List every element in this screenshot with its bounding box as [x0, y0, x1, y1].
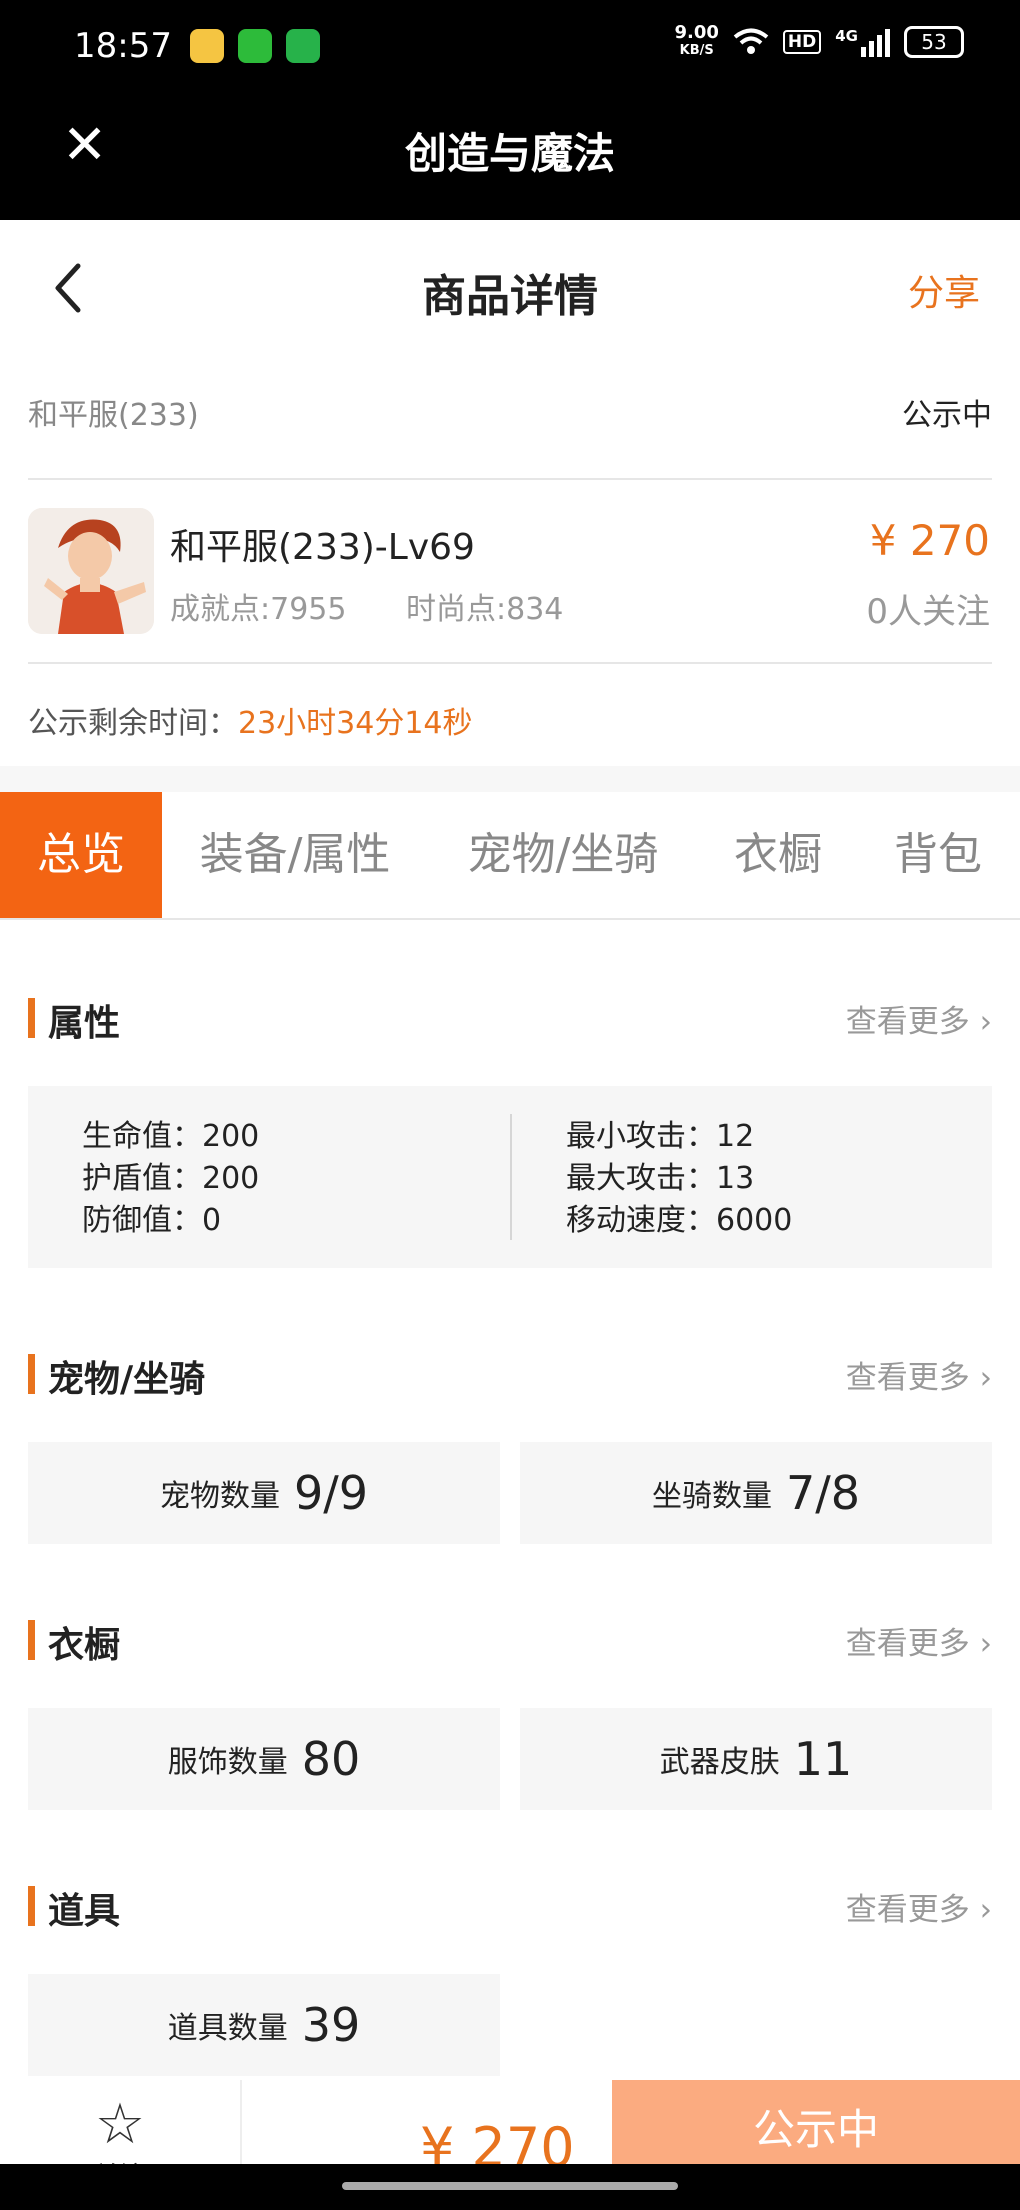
- product-meta: 成就点:7955 时尚点:834: [170, 584, 613, 628]
- stat-value: 11: [793, 1732, 853, 1786]
- countdown-label: 公示剩余时间：: [28, 706, 238, 741]
- tab-overview[interactable]: 总览: [0, 792, 162, 918]
- home-indicator-bar: [0, 2164, 1020, 2210]
- attribute-defense: 防御值：0: [82, 1203, 222, 1238]
- tab-wardrobe[interactable]: 衣橱: [718, 792, 838, 918]
- stat-card-mounts: 坐骑数量 7/8: [520, 1442, 992, 1544]
- stat-label: 宠物数量: [159, 1479, 280, 1514]
- stat-label: 道具数量: [167, 2011, 288, 2046]
- window-title: 创造与魔法: [404, 129, 615, 178]
- hd-icon: HD: [782, 30, 822, 54]
- character-avatar: [28, 508, 154, 634]
- attribute-max-attack: 最大攻击：13: [566, 1161, 755, 1196]
- attribute-move-speed: 移动速度：6000: [566, 1203, 793, 1238]
- stat-value: 80: [301, 1732, 361, 1786]
- section-title: 宠物/坐骑: [48, 1359, 206, 1400]
- attribute-hp: 生命值：200: [82, 1119, 260, 1154]
- product-name: 和平服(233)-Lv69: [170, 527, 475, 568]
- stat-card-pets: 宠物数量 9/9: [28, 1442, 500, 1544]
- battery-icon: 53: [904, 26, 964, 58]
- wifi-icon: [733, 28, 769, 54]
- section-header-pets: 宠物/坐骑 查看更多 ›: [28, 1350, 992, 1400]
- product-price: ¥ 270: [869, 516, 990, 565]
- section-accent-bar: [28, 1886, 35, 1926]
- stat-value: 7/8: [785, 1466, 861, 1520]
- attribute-column-left: 生命值：200 护盾值：200 防御值：0: [82, 1116, 259, 1242]
- column-divider: [510, 1114, 512, 1240]
- chat-app-icon: [286, 29, 320, 63]
- window-titlebar: ✕ 创造与魔法: [0, 90, 1020, 220]
- section-title: 道具: [48, 1891, 121, 1932]
- attribute-min-attack: 最小攻击：12: [566, 1119, 755, 1154]
- clock: 18:57: [74, 26, 172, 66]
- home-indicator[interactable]: [342, 2182, 678, 2190]
- product-header: 和平服(233) 公示中: [28, 390, 992, 434]
- chevron-right-icon: ›: [979, 1360, 992, 1396]
- stat-value: 9/9: [293, 1466, 369, 1520]
- share-button[interactable]: 分享: [908, 264, 980, 316]
- section-header-wardrobe: 衣橱 查看更多 ›: [28, 1616, 992, 1666]
- stat-label: 武器皮肤: [659, 1745, 780, 1780]
- chevron-right-icon: ›: [979, 1004, 992, 1040]
- stat-card-weapon-skins: 武器皮肤 11: [520, 1708, 992, 1810]
- section-accent-bar: [28, 1620, 35, 1660]
- section-title: 衣橱: [48, 1625, 121, 1666]
- stat-value: 39: [301, 1998, 361, 2052]
- section-header-items: 道具 查看更多 ›: [28, 1882, 992, 1932]
- section-header-attributes: 属性 查看更多 ›: [28, 994, 992, 1044]
- view-more-link[interactable]: 查看更多 ›: [846, 1618, 992, 1663]
- chevron-right-icon: ›: [979, 1626, 992, 1662]
- countdown: 公示剩余时间：23小时34分14秒: [28, 698, 473, 742]
- tab-bar: 总览 装备/属性 宠物/坐骑 衣橱 背包: [0, 792, 1020, 920]
- tab-bag[interactable]: 背包: [878, 792, 998, 918]
- section-gap: [0, 766, 1020, 792]
- notes-app-icon: [190, 29, 224, 63]
- section-accent-bar: [28, 1354, 35, 1394]
- view-more-link[interactable]: 查看更多 ›: [846, 1884, 992, 1929]
- divider: [28, 478, 992, 480]
- green-app-icon: [238, 29, 272, 63]
- attribute-shield: 护盾值：200: [82, 1161, 260, 1196]
- fashion-points: 时尚点:834: [406, 592, 564, 627]
- attribute-panel: 生命值：200 护盾值：200 防御值：0 最小攻击：12 最大攻击：13 移动…: [28, 1086, 992, 1268]
- status-bar: 18:57 9.00 KB/S HD 4G 53: [0, 0, 1020, 90]
- view-more-link[interactable]: 查看更多 ›: [846, 1352, 992, 1397]
- divider: [28, 662, 992, 664]
- net-speed: 9.00 KB/S: [674, 22, 719, 59]
- view-more-link[interactable]: 查看更多 ›: [846, 996, 992, 1041]
- product-short-name: 和平服(233): [28, 398, 199, 433]
- section-title: 属性: [48, 1003, 121, 1044]
- product-status: 公示中: [902, 398, 992, 433]
- page-navbar: 商品详情 分享: [0, 220, 1020, 350]
- stat-card-items: 道具数量 39: [28, 1974, 500, 2076]
- star-icon: ☆: [94, 2092, 146, 2157]
- countdown-value: 23小时34分14秒: [238, 706, 473, 741]
- attribute-column-right: 最小攻击：12 最大攻击：13 移动速度：6000: [566, 1116, 792, 1242]
- chevron-right-icon: ›: [979, 1892, 992, 1928]
- section-accent-bar: [28, 998, 35, 1038]
- tab-equipment[interactable]: 装备/属性: [180, 792, 410, 918]
- stat-label: 坐骑数量: [651, 1479, 772, 1514]
- stat-label: 服饰数量: [167, 1745, 288, 1780]
- signal-icon: 4G: [835, 27, 890, 57]
- stat-card-outfits: 服饰数量 80: [28, 1708, 500, 1810]
- achievement-points: 成就点:7955: [170, 592, 347, 627]
- page-title: 商品详情: [422, 271, 598, 322]
- follower-count: 0人关注: [866, 592, 990, 632]
- tab-pets[interactable]: 宠物/坐骑: [448, 792, 678, 918]
